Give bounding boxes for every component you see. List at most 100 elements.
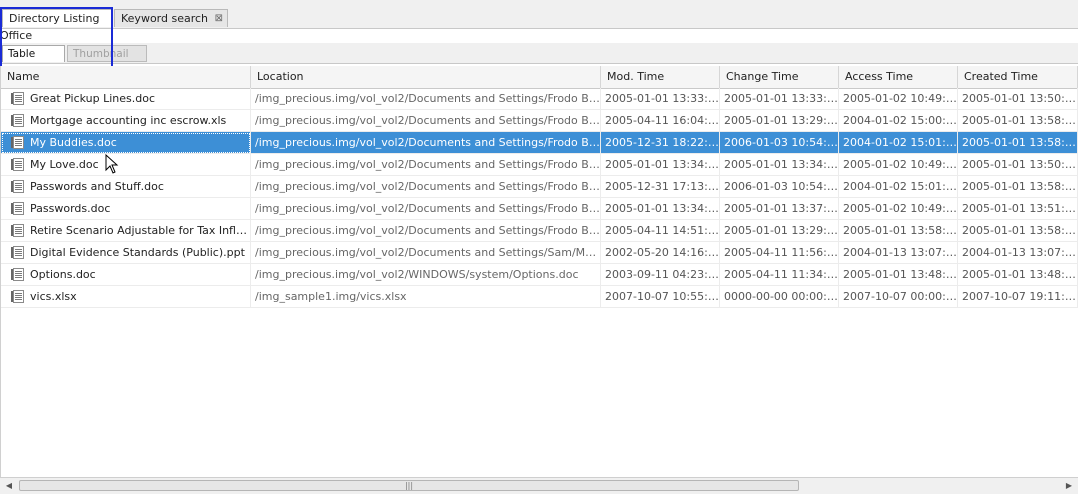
file-name-cell-text: My Buddies.doc [30, 136, 117, 149]
change-time-cell-text: 2005-01-01 13:34:00 [724, 158, 839, 171]
file-table: Name Location Mod. Time Change Time Acce… [0, 66, 1078, 478]
mod-time-cell: 2005-04-11 16:04:54 [601, 110, 720, 132]
change-time-cell-text: 2005-01-01 13:37:38 [724, 202, 839, 215]
change-time-cell: 2005-01-01 13:29:54 [720, 220, 839, 242]
tab-thumbnail-view[interactable]: Thumbnail View [67, 45, 147, 77]
change-time-cell-text: 2005-04-11 11:34:52 [724, 268, 839, 281]
document-icon [11, 268, 24, 281]
created-time-cell-text: 2005-01-01 13:58:43 [962, 224, 1078, 237]
file-name-cell: My Love.doc [1, 154, 251, 176]
access-time-cell-text: 2005-01-02 10:49:35 [843, 202, 958, 215]
column-header-location[interactable]: Location [251, 66, 601, 88]
table-row[interactable]: My Love.doc/img_precious.img/vol_vol2/Do… [1, 154, 1078, 176]
created-time-cell-text: 2005-01-01 13:50:53 [962, 92, 1078, 105]
file-name-cell-text: vics.xlsx [30, 290, 77, 303]
change-time-cell-text: 0000-00-00 00:00:00 [724, 290, 839, 303]
document-icon [11, 180, 24, 193]
close-icon[interactable]: ⊠ [215, 10, 223, 28]
location-cell: /img_precious.img/vol_vol2/Documents and… [251, 176, 601, 198]
access-time-cell: 2005-01-01 13:58:43 [839, 220, 958, 242]
table-row[interactable]: Digital Evidence Standards (Public).ppt /… [1, 242, 1078, 264]
created-time-cell-text: 2007-10-07 19:11:03 [962, 290, 1078, 303]
access-time-cell: 2005-01-02 10:49:46 [839, 88, 958, 110]
table-row[interactable]: Mortgage accounting inc escrow.xls/img_p… [1, 110, 1078, 132]
change-time-cell: 0000-00-00 00:00:00 [720, 286, 839, 308]
table-row[interactable]: Passwords and Stuff.doc/img_precious.img… [1, 176, 1078, 198]
created-time-cell: 2005-01-01 13:58:17 [958, 176, 1078, 198]
access-time-cell-text: 2004-01-02 15:01:03 [843, 180, 958, 193]
column-header-name[interactable]: Name [1, 66, 251, 88]
document-icon [11, 136, 24, 149]
change-time-cell: 2005-04-11 11:34:52 [720, 264, 839, 286]
access-time-cell-text: 2007-10-07 00:00:00 [843, 290, 958, 303]
change-time-cell-text: 2005-01-01 13:29:54 [724, 224, 839, 237]
mod-time-cell: 2007-10-07 10:55:34 [601, 286, 720, 308]
column-header-mod-time[interactable]: Mod. Time [601, 66, 720, 88]
document-icon [11, 246, 24, 259]
column-header-change-time[interactable]: Change Time [720, 66, 839, 88]
table-row[interactable]: Options.doc/img_precious.img/vol_vol2/WI… [1, 264, 1078, 286]
mod-time-cell: 2005-01-01 13:34:00 [601, 154, 720, 176]
table-row[interactable]: Passwords.doc/img_precious.img/vol_vol2/… [1, 198, 1078, 220]
table-row[interactable]: Retire Scenario Adjustable for Tax Infla… [1, 220, 1078, 242]
mod-time-cell-text: 2005-01-01 13:33:53 [605, 92, 720, 105]
file-name-cell-text: My Love.doc [30, 158, 99, 171]
horizontal-scrollbar[interactable]: ◀ ||| ▶ [0, 477, 1078, 494]
table-row[interactable]: My Buddies.doc/img_precious.img/vol_vol2… [1, 132, 1078, 154]
created-time-cell: 2005-01-01 13:50:53 [958, 88, 1078, 110]
access-time-cell: 2004-01-13 13:07:56 [839, 242, 958, 264]
tab-bar: Directory Listing Keyword search ⊠ [0, 0, 1078, 29]
file-name-cell: Options.doc [1, 264, 251, 286]
mod-time-cell-text: 2005-12-31 17:13:50 [605, 180, 720, 193]
created-time-cell: 2005-01-01 13:48:36 [958, 264, 1078, 286]
table-row[interactable]: Great Pickup Lines.doc/img_precious.img/… [1, 88, 1078, 110]
scroll-right-arrow-icon[interactable]: ▶ [1062, 480, 1076, 492]
file-name-cell: vics.xlsx [1, 286, 251, 308]
scroll-left-arrow-icon[interactable]: ◀ [2, 480, 16, 492]
access-time-cell-text: 2004-01-13 13:07:56 [843, 246, 958, 259]
tab-table-view[interactable]: Table View [2, 45, 65, 77]
location-cell-text: /img_precious.img/vol_vol2/Documents and… [255, 158, 601, 171]
access-time-cell: 2004-01-02 15:01:02 [839, 132, 958, 154]
location-cell: /img_precious.img/vol_vol2/Documents and… [251, 242, 601, 264]
grip-icon: ||| [404, 481, 414, 490]
location-cell-text: /img_precious.img/vol_vol2/Documents and… [255, 246, 600, 259]
access-time-cell-text: 2005-01-01 13:48:36 [843, 268, 958, 281]
document-icon [11, 92, 24, 105]
tab-directory-listing-label: Directory Listing [9, 12, 100, 25]
table-row[interactable]: vics.xlsx/img_sample1.img/vics.xlsx 2007-… [1, 286, 1078, 308]
location-cell-text: /img_precious.img/vol_vol2/Documents and… [255, 92, 601, 105]
change-time-cell: 2005-01-01 13:29:53 [720, 110, 839, 132]
location-cell: /img_precious.img/vol_vol2/WINDOWS/syste… [251, 264, 601, 286]
location-cell: /img_precious.img/vol_vol2/Documents and… [251, 220, 601, 242]
mod-time-cell: 2005-04-11 14:51:22 [601, 220, 720, 242]
created-time-cell-text: 2005-01-01 13:51:13 [962, 202, 1078, 215]
access-time-cell: 2004-01-02 15:00:53 [839, 110, 958, 132]
column-header-access-time[interactable]: Access Time [839, 66, 958, 88]
file-name-cell-text: Great Pickup Lines.doc [30, 92, 156, 105]
created-time-cell: 2005-01-01 13:58:43 [958, 110, 1078, 132]
change-time-cell-text: 2005-04-11 11:56:16 [724, 246, 839, 259]
mod-time-cell: 2005-01-01 13:33:53 [601, 88, 720, 110]
change-time-cell-text: 2005-01-01 13:29:53 [724, 114, 839, 127]
file-name-cell: Passwords.doc [1, 198, 251, 220]
access-time-cell: 2005-01-01 13:48:36 [839, 264, 958, 286]
change-time-cell: 2005-01-01 13:33:53 [720, 88, 839, 110]
file-name-cell-text: Passwords.doc [30, 202, 111, 215]
breadcrumb: Office [0, 29, 33, 42]
document-icon [11, 202, 24, 215]
location-cell-text: /img_precious.img/vol_vol2/Documents and… [255, 202, 601, 215]
column-header-created-time[interactable]: Created Time [958, 66, 1078, 88]
file-name-cell: Great Pickup Lines.doc [1, 88, 251, 110]
file-name-cell: Mortgage accounting inc escrow.xls [1, 110, 251, 132]
file-name-cell: Digital Evidence Standards (Public).ppt [1, 242, 251, 264]
file-name-cell-text: Retire Scenario Adjustable for Tax Infla… [30, 224, 251, 237]
tab-directory-listing[interactable]: Directory Listing [2, 9, 112, 27]
created-time-cell-text: 2005-01-01 13:58:43 [962, 114, 1078, 127]
created-time-cell: 2005-01-01 13:58:17 [958, 132, 1078, 154]
location-cell: /img_precious.img/vol_vol2/Documents and… [251, 110, 601, 132]
scrollbar-thumb[interactable]: ||| [19, 480, 799, 491]
mod-time-cell: 2005-12-31 18:22:18 [601, 132, 720, 154]
access-time-cell-text: 2005-01-02 10:49:47 [843, 158, 958, 171]
tab-keyword-search[interactable]: Keyword search ⊠ [114, 9, 228, 27]
